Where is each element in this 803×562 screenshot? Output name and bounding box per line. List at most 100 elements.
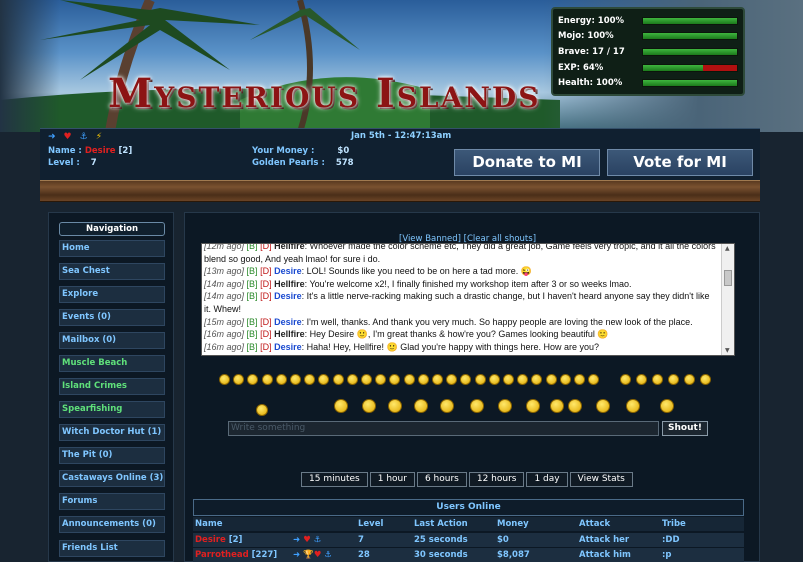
- chat-message: [16m ago] [B] [D] Desire: Haha! Hey, Hel…: [204, 341, 719, 354]
- nav-item-mailbox[interactable]: Mailbox (0): [59, 332, 165, 349]
- smiley-icon[interactable]: [388, 399, 402, 413]
- smiley-icon[interactable]: [432, 374, 443, 385]
- smiley-icon[interactable]: [332, 374, 344, 385]
- lightning-icon[interactable]: ⚡: [96, 132, 102, 142]
- nav-item-forums[interactable]: Forums: [59, 493, 165, 510]
- delete-link[interactable]: [D]: [260, 266, 272, 276]
- ban-link[interactable]: [B]: [247, 244, 258, 251]
- tab-1-day[interactable]: 1 day: [526, 472, 568, 487]
- tab-15-minutes[interactable]: 15 minutes: [301, 472, 368, 487]
- smiley-icon[interactable]: [440, 399, 454, 413]
- user-name-link[interactable]: Parrothead: [195, 550, 249, 560]
- msg-author[interactable]: Hellfire: [274, 329, 305, 339]
- nav-item-home[interactable]: Home: [59, 240, 165, 257]
- smiley-icon[interactable]: [596, 399, 610, 413]
- nav-item-sea-chest[interactable]: Sea Chest: [59, 263, 165, 280]
- site-logo[interactable]: Mysterious Islands: [108, 70, 540, 117]
- arrow-right-icon[interactable]: ➜: [48, 132, 56, 142]
- nav-item-island-crimes[interactable]: Island Crimes: [59, 378, 165, 395]
- shout-input[interactable]: Write something: [228, 421, 659, 436]
- smiley-icon[interactable]: [334, 399, 348, 413]
- msg-author[interactable]: Desire: [274, 342, 302, 352]
- smiley-icon[interactable]: [261, 374, 273, 385]
- smiley-icon[interactable]: [219, 374, 230, 385]
- smiley-icon[interactable]: [652, 374, 663, 385]
- shoutbox-messages[interactable]: [12m ago] [B] [D] Hellfire: Whoever made…: [201, 243, 735, 356]
- smiley-icon[interactable]: [414, 399, 428, 413]
- smiley-icon[interactable]: [636, 374, 647, 385]
- scroll-down-icon[interactable]: ▼: [725, 347, 730, 354]
- attack-link[interactable]: Attack her: [579, 535, 629, 545]
- smiley-icon[interactable]: [559, 374, 571, 385]
- smiley-icon[interactable]: [668, 374, 679, 385]
- delete-link[interactable]: [D]: [260, 317, 272, 327]
- nav-item-explore[interactable]: Explore: [59, 286, 165, 303]
- smiley-icon[interactable]: [362, 399, 376, 413]
- user-name-link[interactable]: Desire: [195, 535, 226, 545]
- shout-button[interactable]: Shout!: [662, 421, 708, 436]
- smiley-icon[interactable]: [568, 399, 582, 413]
- nav-item-muscle-beach[interactable]: Muscle Beach: [59, 355, 165, 372]
- delete-link[interactable]: [D]: [260, 279, 272, 289]
- smiley-icon[interactable]: [488, 374, 500, 385]
- ban-link[interactable]: [B]: [247, 291, 258, 301]
- smiley-icon[interactable]: [503, 374, 514, 385]
- user-tribe[interactable]: :DD: [662, 535, 680, 545]
- chat-scrollbar[interactable]: ▲ ▼: [721, 244, 734, 355]
- ban-link[interactable]: [B]: [247, 317, 258, 327]
- nav-item-events[interactable]: Events (0): [59, 309, 165, 326]
- smiley-icon[interactable]: [470, 399, 484, 413]
- nav-item-castaways-online[interactable]: Castaways Online (3): [59, 470, 165, 487]
- smiley-icon[interactable]: [700, 374, 711, 385]
- donate-button[interactable]: Donate to MI: [454, 149, 600, 176]
- smiley-icon[interactable]: [474, 374, 486, 385]
- smiley-icon[interactable]: [526, 399, 540, 413]
- nav-item-friends-list[interactable]: Friends List: [59, 540, 165, 557]
- nav-item-spearfishing[interactable]: Spearfishing: [59, 401, 165, 418]
- smiley-icon[interactable]: [290, 374, 301, 385]
- delete-link[interactable]: [D]: [260, 291, 272, 301]
- vote-button[interactable]: Vote for MI: [607, 149, 753, 176]
- ban-link[interactable]: [B]: [247, 329, 258, 339]
- smiley-icon[interactable]: [574, 374, 585, 385]
- user-tribe[interactable]: :p: [662, 550, 671, 560]
- smiley-icon[interactable]: [256, 404, 268, 416]
- smiley-icon[interactable]: [403, 374, 415, 385]
- scroll-up-icon[interactable]: ▲: [725, 245, 730, 252]
- ban-link[interactable]: [B]: [247, 342, 258, 352]
- attack-link[interactable]: Attack him: [579, 550, 631, 560]
- delete-link[interactable]: [D]: [260, 244, 272, 251]
- msg-text: : Haha! Hey, Hellfire! 🙂 Glad you're hap…: [301, 341, 600, 352]
- msg-author[interactable]: Hellfire: [274, 244, 305, 251]
- smiley-icon[interactable]: [346, 374, 358, 385]
- anchor-icon[interactable]: ⚓: [80, 132, 88, 142]
- nav-item-witch-doctor-hut[interactable]: Witch Doctor Hut (1): [59, 424, 165, 441]
- msg-author[interactable]: Desire: [274, 266, 302, 276]
- smiley-icon[interactable]: [275, 374, 287, 385]
- tab-6-hours[interactable]: 6 hours: [416, 472, 467, 487]
- smiley-icon[interactable]: [684, 374, 695, 385]
- player-name-link[interactable]: Desire: [85, 146, 116, 156]
- delete-link[interactable]: [D]: [260, 329, 272, 339]
- smiley-icon[interactable]: [417, 374, 429, 385]
- nav-item-the-pit[interactable]: The Pit (0): [59, 447, 165, 464]
- smiley-icon[interactable]: [620, 374, 631, 385]
- nav-item-announcements[interactable]: Announcements (0): [59, 516, 165, 533]
- tab-12-hours[interactable]: 12 hours: [468, 472, 525, 487]
- tab-view-stats[interactable]: View Stats: [569, 472, 633, 487]
- smiley-icon[interactable]: [626, 399, 640, 413]
- msg-author[interactable]: Desire: [274, 291, 302, 301]
- ban-link[interactable]: [B]: [247, 279, 258, 289]
- smiley-icon[interactable]: [550, 399, 564, 413]
- smiley-icon[interactable]: [545, 374, 557, 385]
- tab-1-hour[interactable]: 1 hour: [369, 472, 415, 487]
- smiley-icon[interactable]: [660, 399, 674, 413]
- delete-link[interactable]: [D]: [260, 342, 272, 352]
- scroll-thumb[interactable]: [724, 270, 732, 286]
- heart-icon[interactable]: ♥: [64, 132, 72, 142]
- smiley-icon[interactable]: [498, 399, 512, 413]
- msg-author[interactable]: Hellfire: [274, 279, 305, 289]
- msg-author[interactable]: Desire: [274, 317, 302, 327]
- smiley-icon[interactable]: [361, 374, 372, 385]
- ban-link[interactable]: [B]: [247, 266, 258, 276]
